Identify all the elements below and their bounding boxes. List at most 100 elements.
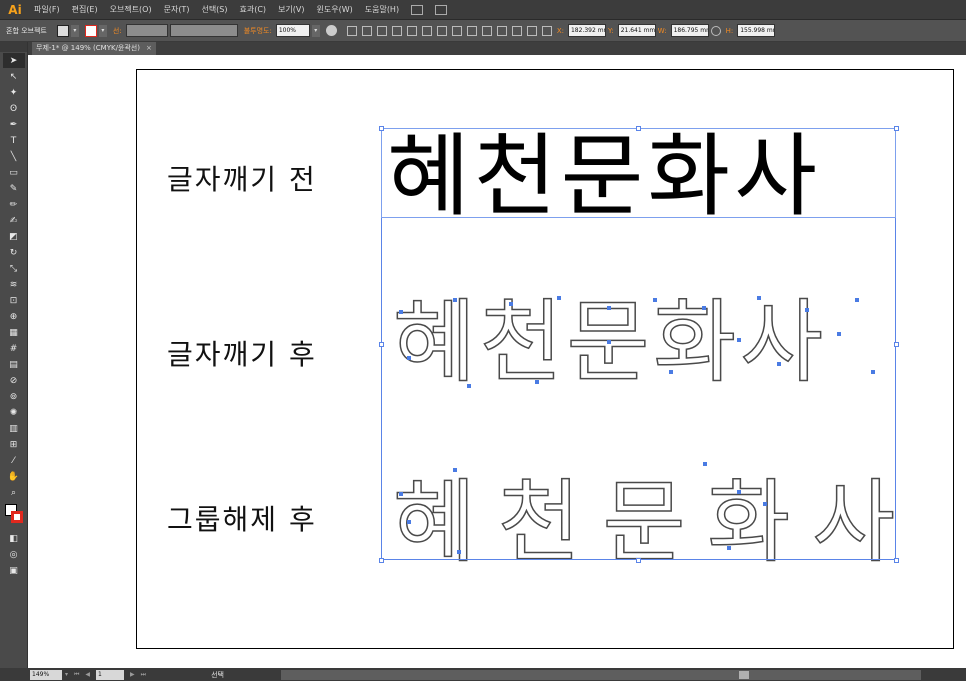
stroke-swatch[interactable] [84, 24, 97, 37]
color-mode-icon[interactable]: ◧ [3, 531, 25, 546]
stroke-color-swatch[interactable] [10, 511, 23, 523]
perspective-grid-tool-icon[interactable]: ▦ [3, 325, 25, 340]
y-field[interactable]: 21.641 mm [617, 24, 656, 37]
align-left-icon[interactable] [361, 25, 372, 36]
paintbrush-tool-icon[interactable]: ✎ [3, 181, 25, 196]
distribute-right-icon[interactable] [526, 25, 537, 36]
opacity-dropdown[interactable]: ▾ [311, 24, 320, 37]
artboard-number-field[interactable]: 1 [96, 669, 125, 680]
rectangle-tool-icon[interactable]: ▭ [3, 165, 25, 180]
x-field[interactable]: 182.392 mm [567, 24, 606, 37]
menu-edit[interactable]: 편집(E) [72, 4, 98, 15]
pen-tool-icon[interactable]: ✒ [3, 117, 25, 132]
anchor-point[interactable] [855, 298, 859, 302]
pencil-tool-icon[interactable]: ✏ [3, 197, 25, 212]
canvas[interactable]: 글자깨기 전 글자깨기 후 그룹해제 후 혜천문화사 혜천문화사 혜천문화사 [28, 55, 966, 668]
menu-window[interactable]: 윈도우(W) [317, 4, 353, 15]
artboard-tool-icon[interactable]: ⊞ [3, 437, 25, 452]
artboard[interactable]: 글자깨기 전 글자깨기 후 그룹해제 후 혜천문화사 혜천문화사 혜천문화사 [136, 69, 954, 649]
warp-tool-icon[interactable]: ≋ [3, 277, 25, 292]
anchor-point[interactable] [453, 468, 457, 472]
draw-mode-icon[interactable]: ◎ [3, 547, 25, 562]
anchor-point[interactable] [737, 490, 741, 494]
stroke-weight-label[interactable]: 선: [113, 26, 122, 36]
align-center-icon[interactable] [376, 25, 387, 36]
type-tool-icon[interactable]: T [3, 133, 25, 148]
stroke-weight-field[interactable] [125, 24, 168, 37]
zoom-dropdown-icon[interactable]: ▾ [65, 671, 68, 678]
column-graph-tool-icon[interactable]: ▥ [3, 421, 25, 436]
anchor-point[interactable] [871, 370, 875, 374]
gradient-tool-icon[interactable]: ▤ [3, 357, 25, 372]
align-top-icon[interactable] [406, 25, 417, 36]
recolor-artwork-icon[interactable] [325, 25, 337, 36]
anchor-point[interactable] [557, 296, 561, 300]
blob-brush-tool-icon[interactable]: ✍ [3, 213, 25, 228]
anchor-point[interactable] [453, 298, 457, 302]
arrange-documents-icon[interactable] [435, 4, 448, 15]
anchor-point[interactable] [407, 520, 411, 524]
anchor-point[interactable] [535, 380, 539, 384]
resize-handle-left[interactable] [379, 342, 384, 347]
menu-type[interactable]: 문자(T) [164, 4, 190, 15]
eraser-tool-icon[interactable]: ◩ [3, 229, 25, 244]
next-artboard-icon[interactable]: ▶ [130, 671, 135, 678]
distribute-bottom-icon[interactable] [481, 25, 492, 36]
anchor-point[interactable] [399, 310, 403, 314]
hand-tool-icon[interactable]: ✋ [3, 469, 25, 484]
menu-select[interactable]: 선택(S) [201, 4, 227, 15]
distribute-center-icon[interactable] [511, 25, 522, 36]
variable-width-profile[interactable] [169, 24, 238, 37]
direct-selection-tool-icon[interactable]: ↖ [3, 69, 25, 84]
screen-mode-icon[interactable]: ▣ [3, 563, 25, 578]
scale-tool-icon[interactable]: ⤡ [3, 261, 25, 276]
symbol-sprayer-tool-icon[interactable]: ✺ [3, 405, 25, 420]
constrain-proportions-icon[interactable] [710, 25, 721, 36]
distribute-middle-icon[interactable] [466, 25, 477, 36]
selection-tool-icon[interactable]: ➤ [2, 53, 25, 68]
zoom-field[interactable]: 149% [30, 669, 62, 680]
anchor-point[interactable] [727, 546, 731, 550]
fill-swatch[interactable] [56, 24, 69, 37]
menu-object[interactable]: 오브젝트(O) [110, 4, 152, 15]
distribute-left-icon[interactable] [496, 25, 507, 36]
align-middle-icon[interactable] [421, 25, 432, 36]
slice-tool-icon[interactable]: ⁄ [3, 453, 25, 468]
anchor-point[interactable] [467, 384, 471, 388]
resize-handle-right[interactable] [894, 342, 899, 347]
menu-file[interactable]: 파일(F) [34, 4, 60, 15]
close-icon[interactable]: × [146, 42, 152, 55]
mesh-tool-icon[interactable]: # [3, 341, 25, 356]
h-field[interactable]: 155.998 mm [737, 24, 776, 37]
anchor-point[interactable] [669, 370, 673, 374]
anchor-point[interactable] [653, 298, 657, 302]
align-to-icon[interactable] [346, 25, 357, 36]
lasso-tool-icon[interactable]: ʘ [3, 101, 25, 116]
anchor-point[interactable] [703, 462, 707, 466]
anchor-point[interactable] [607, 306, 611, 310]
anchor-point[interactable] [702, 306, 706, 310]
menu-effect[interactable]: 효과(C) [240, 4, 267, 15]
anchor-point[interactable] [607, 340, 611, 344]
anchor-point[interactable] [457, 550, 461, 554]
resize-handle-bottom[interactable] [636, 558, 641, 563]
resize-handle-top-right[interactable] [894, 126, 899, 131]
status-text[interactable]: 선택 [211, 670, 271, 680]
anchor-point[interactable] [399, 492, 403, 496]
line-tool-icon[interactable]: ╲ [3, 149, 25, 164]
fill-stroke-swatches[interactable] [3, 504, 25, 530]
blend-tool-icon[interactable]: ⊚ [3, 389, 25, 404]
opacity-label[interactable]: 불투명도: [244, 26, 272, 36]
document-tab[interactable]: 무제-1* @ 149% (CMYK/윤곽선) × [32, 42, 156, 55]
last-artboard-icon[interactable]: ⏭ [141, 671, 146, 679]
horizontal-scrollbar[interactable] [281, 669, 922, 680]
previous-artboard-icon[interactable]: ◀ [85, 671, 90, 678]
bridge-icon[interactable] [411, 4, 424, 15]
resize-handle-top-left[interactable] [379, 126, 384, 131]
align-bottom-icon[interactable] [436, 25, 447, 36]
resize-handle-bottom-right[interactable] [894, 558, 899, 563]
free-transform-tool-icon[interactable]: ⊡ [3, 293, 25, 308]
distribute-top-icon[interactable] [451, 25, 462, 36]
anchor-point[interactable] [737, 338, 741, 342]
eyedropper-tool-icon[interactable]: ⊘ [3, 373, 25, 388]
